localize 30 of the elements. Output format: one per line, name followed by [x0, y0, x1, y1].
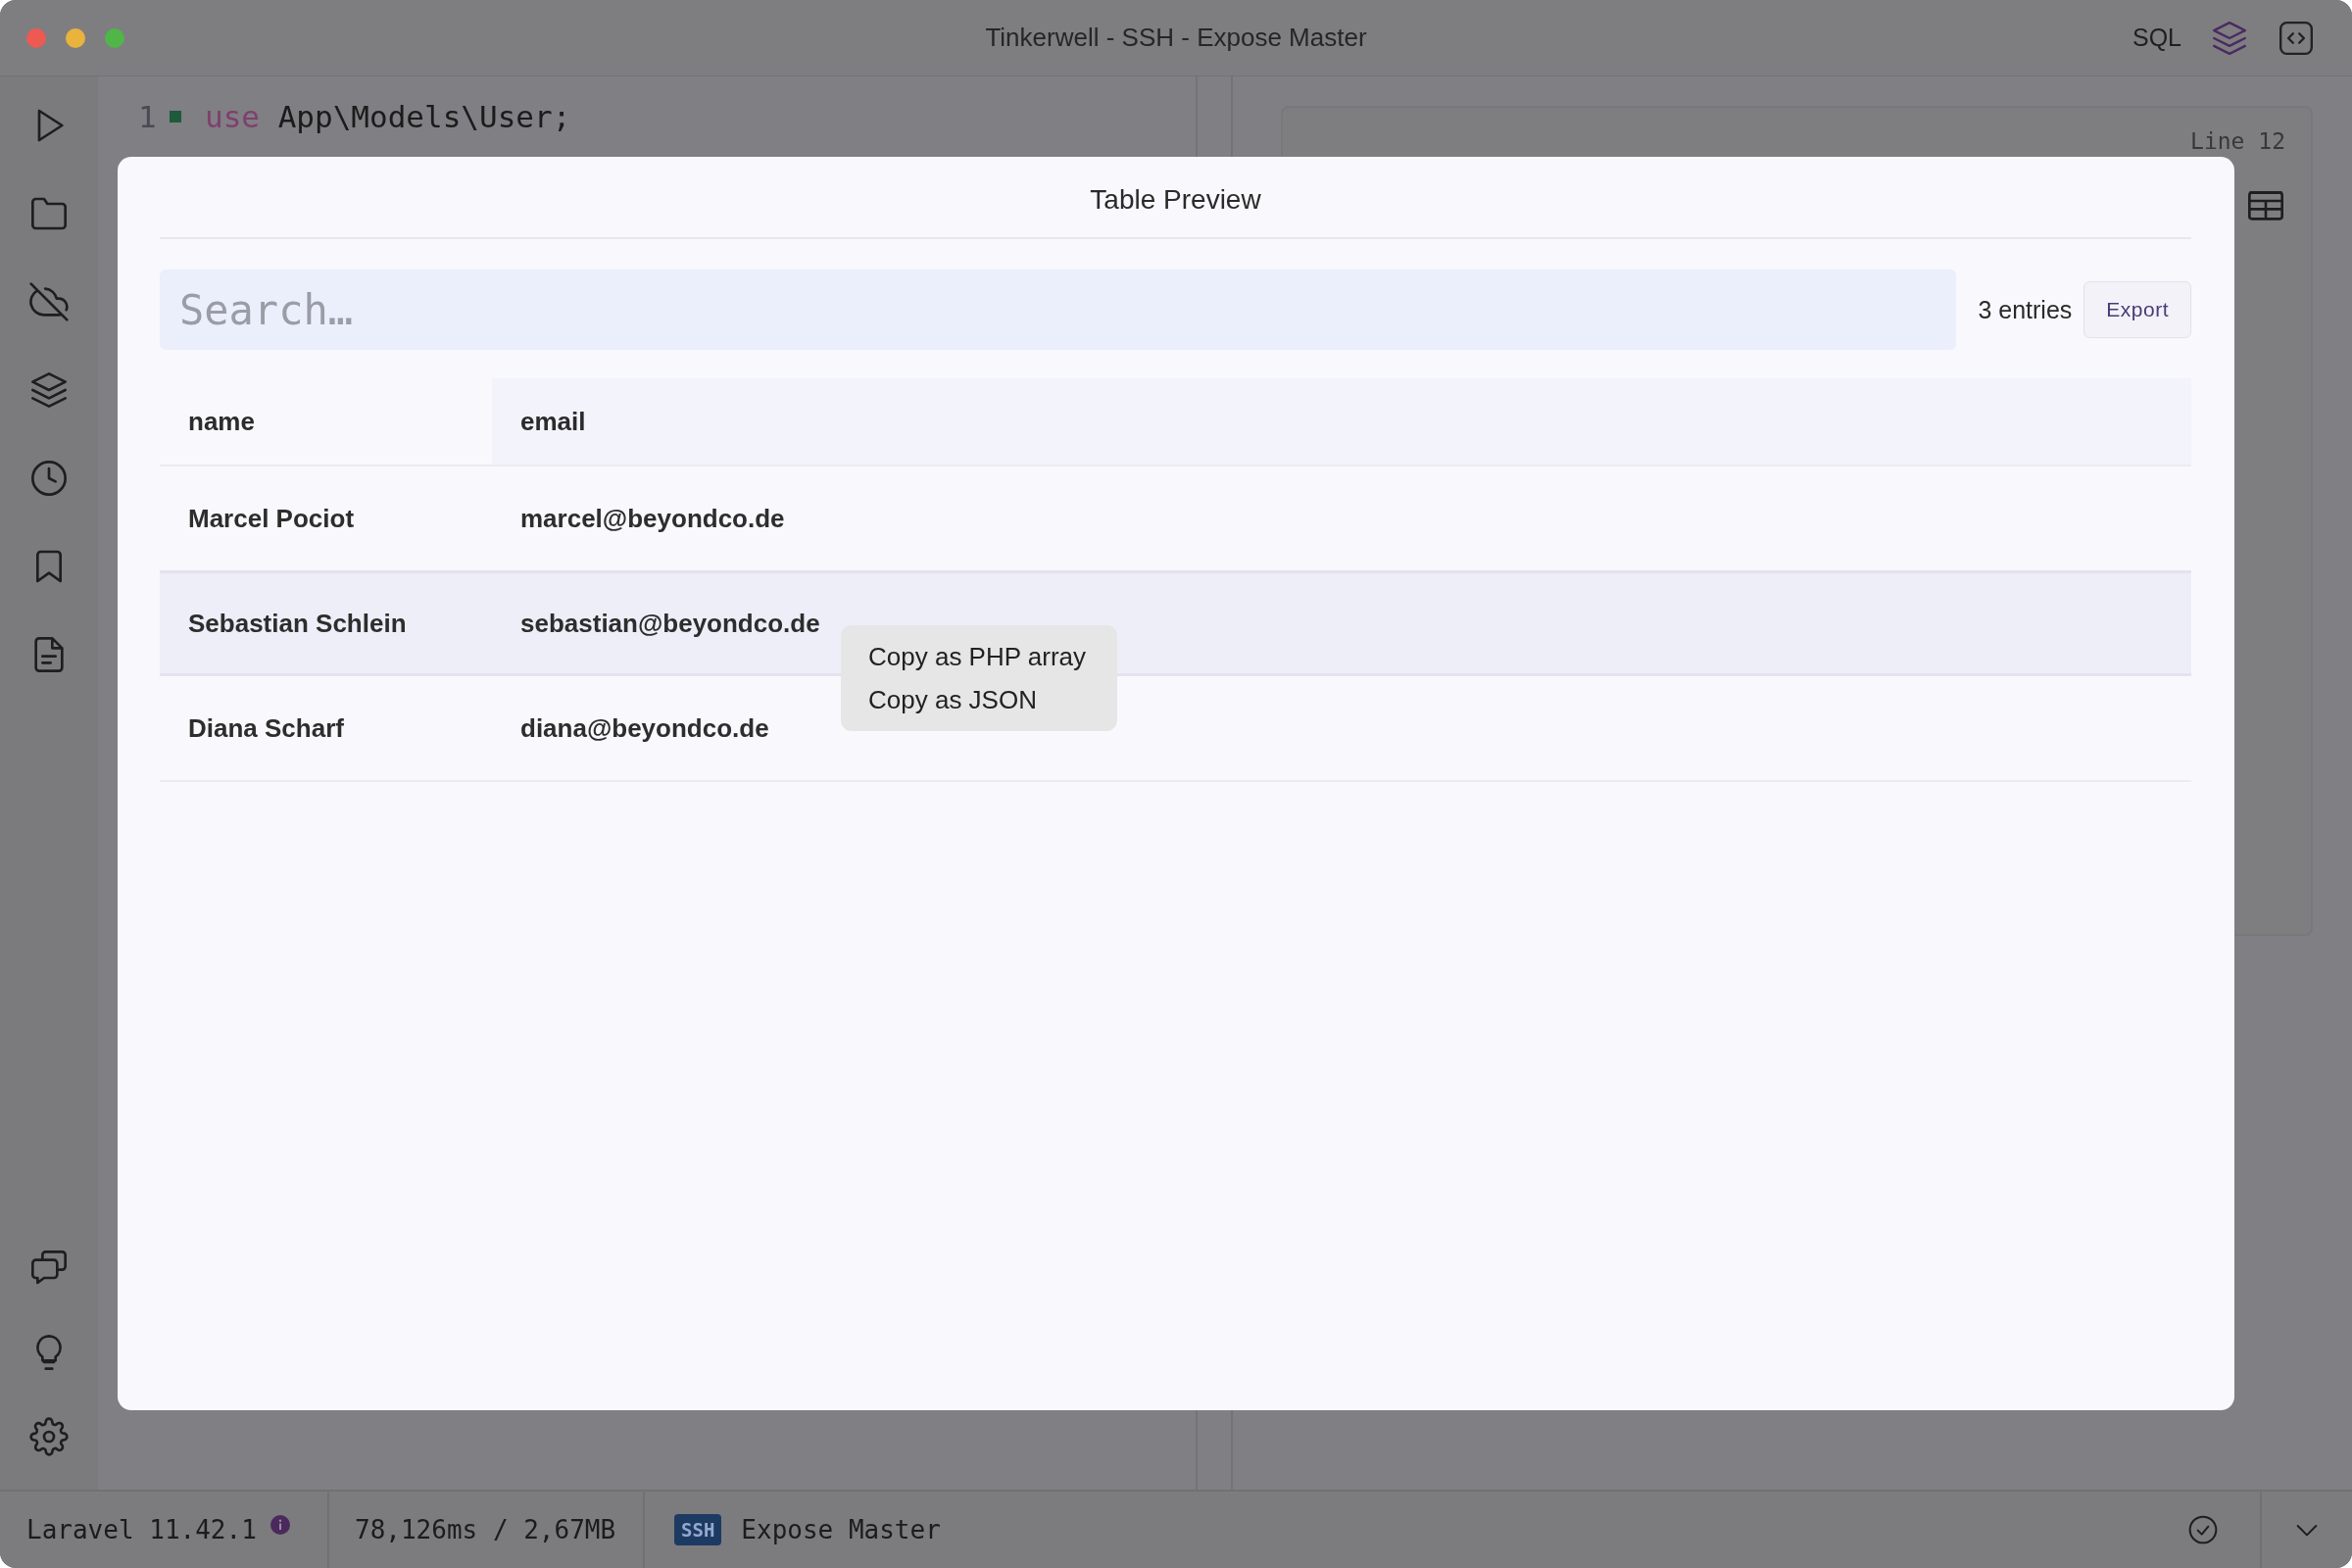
line-label: Line 12 [2190, 127, 2285, 155]
table-cell: Diana Scharf [188, 712, 344, 744]
table-cell: sebastian@beyondco.de [520, 608, 820, 639]
clock-icon[interactable] [29, 459, 69, 498]
layers-icon[interactable] [2211, 19, 2248, 57]
cloud-off-icon[interactable] [29, 282, 69, 321]
settings-icon[interactable] [29, 1417, 69, 1456]
column-header[interactable]: name [188, 406, 255, 437]
search-field[interactable]: Search… [160, 270, 1957, 350]
connection-name: Expose Master [741, 1515, 941, 1544]
table-cell: marcel@beyondco.de [520, 503, 785, 534]
dialog-title: Table Preview [1090, 184, 1261, 216]
code-line: use App\Models\User; [205, 99, 571, 134]
execution-stats: 78,126ms / 2,67MB [355, 1515, 616, 1544]
menu-item[interactable]: Copy as PHP array [841, 635, 1117, 678]
table-cell: Sebastian Schlein [188, 608, 407, 639]
info-icon[interactable] [270, 1515, 290, 1535]
code-icon[interactable] [2278, 19, 2315, 57]
column-header[interactable]: email [492, 378, 2191, 465]
check-circle-icon[interactable] [2187, 1514, 2219, 1545]
entry-count: 3 entries [1978, 295, 2073, 324]
layers-icon[interactable] [29, 370, 69, 410]
export-button[interactable]: Export [2083, 281, 2191, 338]
window-title: Tinkerwell - SSH - Expose Master [985, 23, 1367, 53]
framework-version: Laravel 11.42.1 [26, 1515, 257, 1544]
connection-badge: SSH [674, 1514, 722, 1545]
menu-item[interactable]: Copy as JSON [841, 678, 1117, 721]
table-cell: Marcel Pociot [188, 503, 355, 534]
sql-button[interactable]: SQL [2132, 24, 2181, 52]
table-cell: diana@beyondco.de [520, 712, 769, 744]
